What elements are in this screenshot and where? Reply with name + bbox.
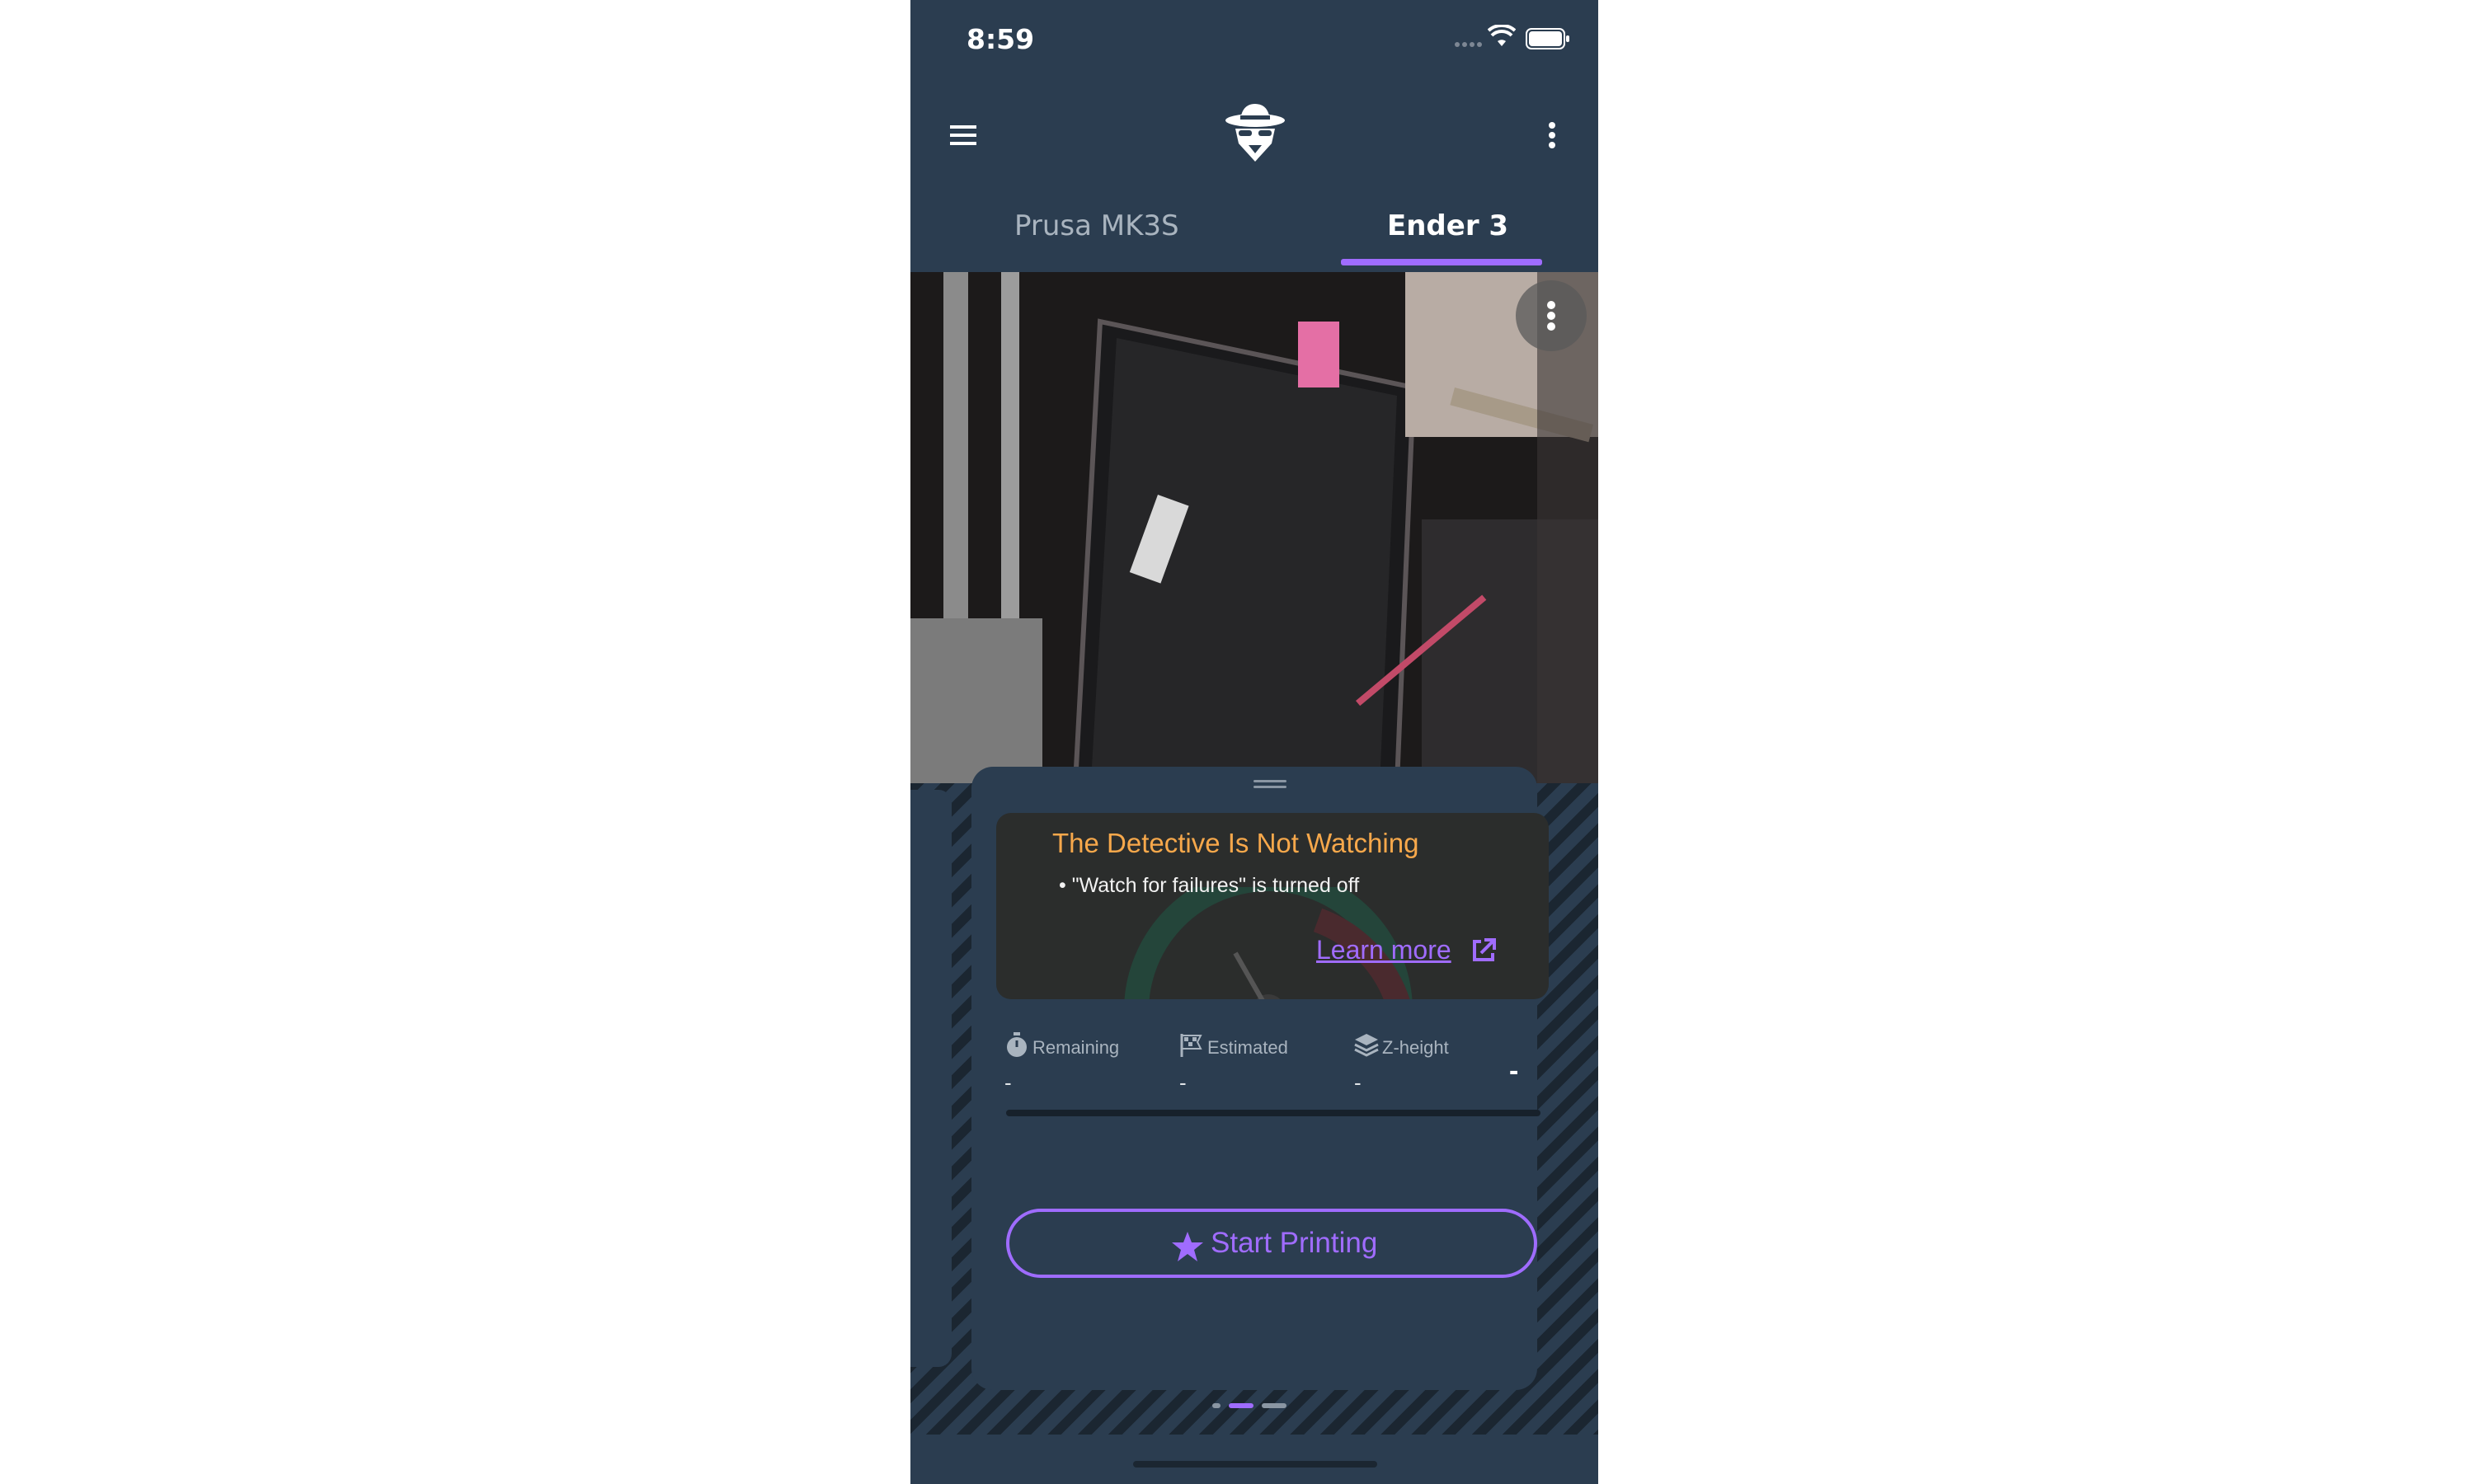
phone-screen: 8:59 Prusa MK3S Ender 3 The Detective Is… bbox=[910, 0, 1598, 1484]
stat-zheight-value: - bbox=[1354, 1070, 1362, 1095]
progress-percent: - bbox=[1509, 1055, 1519, 1087]
stat-remaining-value: - bbox=[1004, 1070, 1012, 1095]
tab-ender-3[interactable]: Ender 3 bbox=[1387, 209, 1508, 242]
alert-bullet: • "Watch for failures" is turned off bbox=[1059, 874, 1360, 897]
start-printing-button[interactable]: Start Printing bbox=[1006, 1209, 1537, 1278]
stat-estimated: Estimated - bbox=[1179, 1029, 1344, 1103]
stat-zheight-label: Z-height bbox=[1382, 1037, 1449, 1058]
drag-handle-icon[interactable] bbox=[1253, 778, 1286, 790]
progress-bar bbox=[1006, 1110, 1540, 1116]
stat-estimated-value: - bbox=[1179, 1070, 1187, 1095]
stopwatch-icon bbox=[1007, 1032, 1027, 1057]
page-dot-3[interactable] bbox=[1262, 1403, 1286, 1408]
webcam-frame-illustration bbox=[910, 272, 1598, 783]
page-dot-1[interactable] bbox=[1212, 1403, 1221, 1408]
camera-more-button[interactable] bbox=[1516, 280, 1587, 351]
stat-zheight: Z-height - bbox=[1354, 1029, 1519, 1103]
flag-checkered-icon bbox=[1180, 1034, 1202, 1057]
printer-status-card: The Detective Is Not Watching • "Watch f… bbox=[971, 767, 1549, 1390]
bottom-bar bbox=[910, 1435, 1598, 1484]
star-icon bbox=[1172, 1232, 1203, 1261]
detective-logo bbox=[1225, 104, 1285, 162]
page-dot-2[interactable] bbox=[1229, 1403, 1253, 1408]
alert-title: The Detective Is Not Watching bbox=[1052, 828, 1419, 858]
stat-remaining-label: Remaining bbox=[1032, 1037, 1120, 1058]
status-bar: 8:59 bbox=[910, 0, 1598, 82]
learn-more-link[interactable]: Learn more bbox=[1316, 935, 1451, 965]
more-vertical-icon[interactable] bbox=[1540, 119, 1564, 152]
tab-prusa-mk3s[interactable]: Prusa MK3S bbox=[1014, 209, 1179, 242]
app-bar bbox=[910, 99, 1598, 168]
page-indicator bbox=[910, 1402, 1598, 1415]
wifi-icon bbox=[1488, 25, 1516, 46]
printer-tabs: Prusa MK3S Ender 3 bbox=[910, 198, 1598, 274]
webcam-stream[interactable] bbox=[910, 272, 1598, 783]
external-link-icon[interactable] bbox=[1470, 937, 1498, 965]
layers-icon bbox=[1354, 1034, 1379, 1057]
stat-estimated-label: Estimated bbox=[1207, 1037, 1288, 1058]
active-tab-indicator bbox=[1341, 259, 1542, 265]
hamburger-icon[interactable] bbox=[947, 119, 980, 152]
home-indicator[interactable] bbox=[1133, 1461, 1377, 1468]
battery-icon bbox=[1526, 28, 1569, 49]
start-printing-label: Start Printing bbox=[1211, 1227, 1378, 1259]
detective-alert: The Detective Is Not Watching • "Watch f… bbox=[996, 813, 1549, 999]
status-time: 8:59 bbox=[967, 23, 1035, 55]
previous-card bbox=[910, 790, 952, 1367]
cellular-signal-icon bbox=[1455, 42, 1482, 47]
stat-remaining: Remaining - bbox=[1004, 1029, 1169, 1103]
